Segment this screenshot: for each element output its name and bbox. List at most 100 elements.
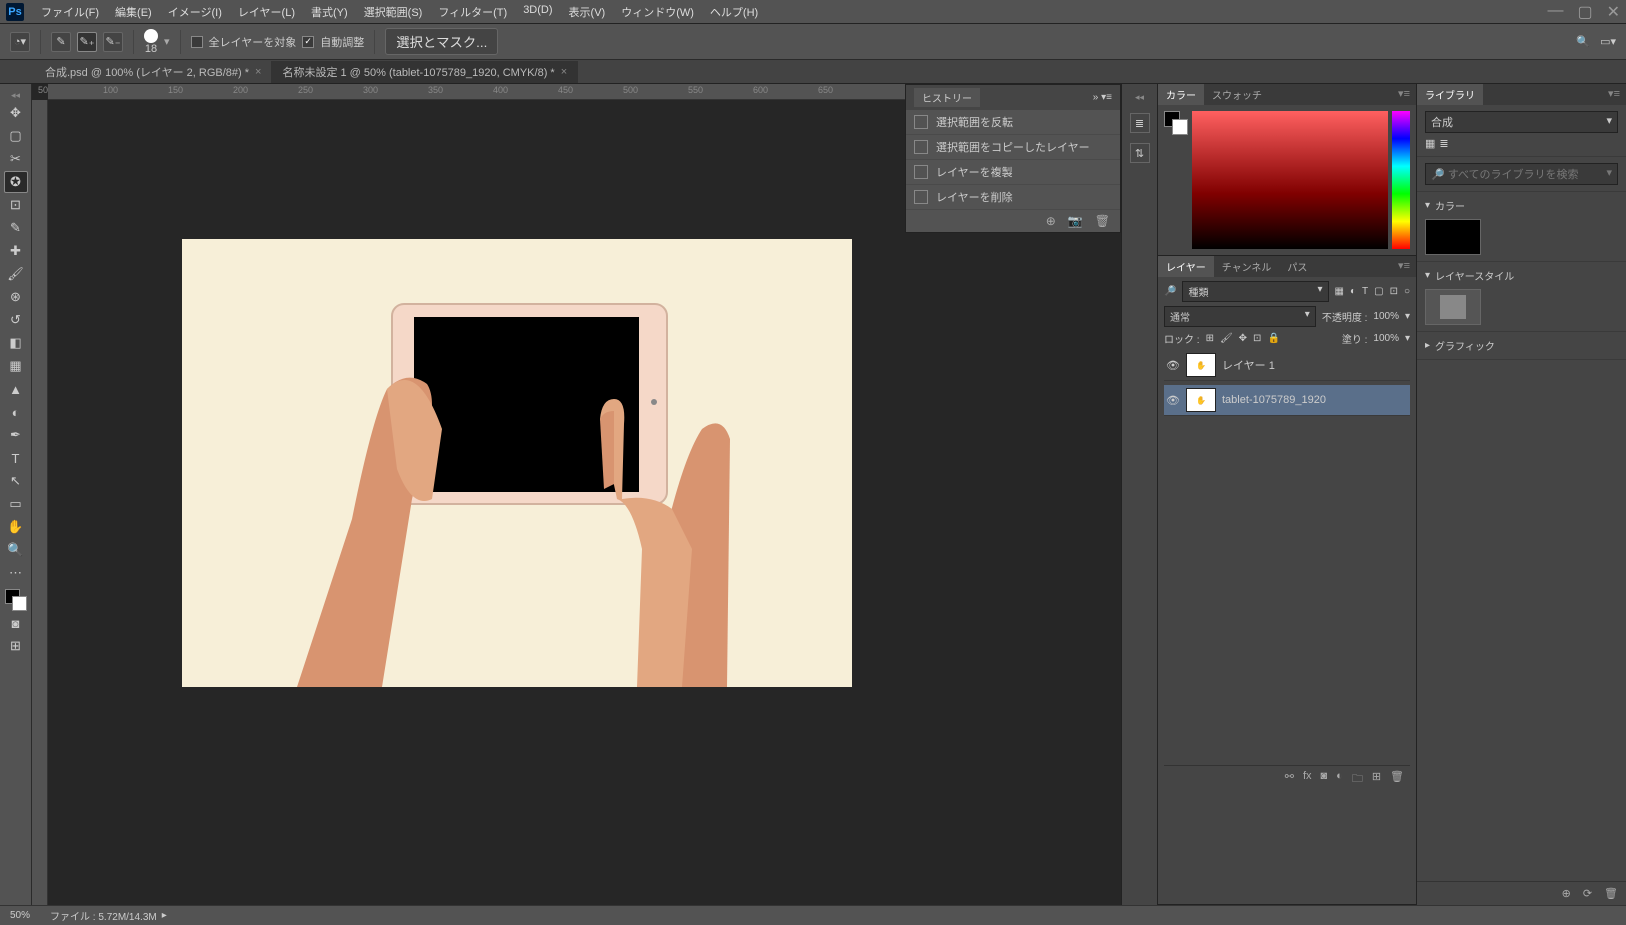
create-document-icon[interactable]: ⊕ (1046, 214, 1056, 228)
filter-toggle-icon[interactable]: ○ (1404, 286, 1410, 297)
trash-icon[interactable]: 🗑 (1095, 214, 1110, 228)
tab-color[interactable]: カラー (1158, 84, 1204, 105)
menu-view[interactable]: 表示(V) (562, 2, 613, 22)
visibility-icon[interactable]: 👁 (1166, 359, 1180, 372)
menu-3d[interactable]: 3D(D) (516, 2, 559, 22)
history-item[interactable]: レイヤーを複製 (906, 160, 1120, 185)
trash-icon[interactable]: 🗑 (1390, 770, 1404, 789)
brush-tool-icon[interactable]: 🖌 (4, 263, 28, 285)
color-field[interactable] (1192, 111, 1388, 249)
blur-tool-icon[interactable]: ▲ (4, 378, 28, 400)
panel-menu-icon[interactable]: ▾≡ (1392, 256, 1416, 277)
tab-close-icon[interactable]: × (561, 66, 567, 78)
library-select-dropdown[interactable]: 合成▾ (1425, 111, 1618, 133)
background-color[interactable] (12, 596, 27, 611)
tab-layers[interactable]: レイヤー (1158, 256, 1214, 277)
snapshot-icon[interactable]: 📷 (1068, 214, 1083, 228)
search-icon[interactable]: 🔍 (1576, 35, 1590, 48)
adjustment-layer-icon[interactable]: ◐ (1336, 770, 1343, 789)
brush-dropdown-icon[interactable]: ▾ (164, 35, 170, 48)
brush-size-control[interactable]: 18 (144, 29, 158, 55)
layer-item[interactable]: 👁 ✋ レイヤー 1 (1164, 350, 1410, 381)
history-brush-tool-icon[interactable]: ↺ (4, 309, 28, 331)
layer-filter-dropdown[interactable]: 種類▾ (1182, 281, 1328, 302)
quick-select-add-icon[interactable]: ✎₊ (77, 32, 97, 52)
menu-image[interactable]: イメージ(I) (161, 2, 229, 22)
sample-all-layers-checkbox[interactable] (191, 36, 203, 48)
menu-file[interactable]: ファイル(F) (34, 2, 106, 22)
tab-paths[interactable]: パス (1279, 256, 1315, 277)
more-tools-icon[interactable]: ⋯ (4, 562, 28, 584)
fill-value[interactable]: 100% (1373, 333, 1399, 344)
quick-select-tool-icon[interactable]: ✪ (4, 171, 28, 193)
move-tool-icon[interactable]: ✥ (4, 102, 28, 124)
canvas-area[interactable]: 50 100 150 200 250 300 350 400 450 500 5… (32, 84, 1121, 905)
lock-all-icon[interactable]: 🔒 (1267, 333, 1279, 344)
rectangle-tool-icon[interactable]: ▭ (4, 493, 28, 515)
menu-filter[interactable]: フィルター(T) (431, 2, 514, 22)
filter-shape-icon[interactable]: ▢ (1374, 286, 1383, 297)
group-icon[interactable]: 🗀 (1352, 770, 1363, 789)
layer-thumbnail[interactable]: ✋ (1186, 353, 1216, 377)
lock-position-icon[interactable]: ✥ (1239, 333, 1247, 344)
workspace-icon[interactable]: ▭▾ (1600, 35, 1616, 48)
menu-edit[interactable]: 編集(E) (108, 2, 159, 22)
opacity-value[interactable]: 100% (1373, 311, 1399, 322)
list-view-icon[interactable]: ≣ (1439, 137, 1448, 150)
collapsed-panel-icon[interactable]: ≣ (1130, 113, 1150, 133)
filter-smart-icon[interactable]: ⊡ (1390, 286, 1398, 297)
healing-tool-icon[interactable]: ✚ (4, 240, 28, 262)
lib-style-swatch[interactable] (1425, 289, 1481, 325)
clone-tool-icon[interactable]: ⊛ (4, 286, 28, 308)
search-icon[interactable]: 🔎 (1164, 286, 1176, 297)
expand-icon[interactable]: ◂◂ (1135, 92, 1144, 103)
lock-transparent-icon[interactable]: ⊞ (1206, 333, 1214, 344)
document-canvas[interactable] (182, 239, 852, 687)
layer-style-icon[interactable]: fx (1303, 770, 1312, 789)
tab-swatches[interactable]: スウォッチ (1204, 84, 1270, 105)
gradient-tool-icon[interactable]: ▦ (4, 355, 28, 377)
menu-select[interactable]: 選択範囲(S) (357, 2, 430, 22)
layer-item[interactable]: 👁 ✋ tablet-1075789_1920 (1164, 385, 1410, 416)
tool-preset-dropdown[interactable]: ◔▾ (10, 32, 30, 52)
maximize-icon[interactable]: ▢ (1577, 2, 1592, 22)
link-layers-icon[interactable]: ⚯ (1285, 770, 1294, 789)
quick-select-sub-icon[interactable]: ✎₋ (103, 32, 123, 52)
zoom-level[interactable]: 50% (10, 910, 30, 921)
grid-view-icon[interactable]: ▦ (1425, 137, 1435, 150)
panel-menu-icon[interactable]: ▾≡ (1101, 92, 1112, 103)
hand-tool-icon[interactable]: ✋ (4, 516, 28, 538)
document-info[interactable]: ファイル : 5.72M/14.3M▸ (50, 908, 167, 923)
filter-type-icon[interactable]: T (1362, 286, 1368, 297)
quick-mask-icon[interactable]: ◙ (4, 612, 28, 634)
panel-menu-icon[interactable]: ▾≡ (1392, 84, 1416, 105)
eyedropper-tool-icon[interactable]: ✎ (4, 217, 28, 239)
screen-mode-icon[interactable]: ⊞ (4, 635, 28, 657)
lasso-tool-icon[interactable]: ✂ (4, 148, 28, 170)
visibility-icon[interactable]: 👁 (1166, 394, 1180, 407)
dodge-tool-icon[interactable]: ◐ (4, 401, 28, 423)
hue-slider[interactable] (1392, 111, 1410, 249)
collapse-icon[interactable]: ◂◂ (11, 90, 20, 101)
minimize-icon[interactable]: — (1547, 2, 1563, 22)
eraser-tool-icon[interactable]: ◧ (4, 332, 28, 354)
tab-channels[interactable]: チャンネル (1214, 256, 1280, 277)
lock-brush-icon[interactable]: 🖌 (1220, 333, 1233, 344)
layer-mask-icon[interactable]: ◙ (1321, 770, 1328, 789)
menu-layer[interactable]: レイヤー(L) (231, 2, 302, 22)
quick-select-new-icon[interactable]: ✎ (51, 32, 71, 52)
menu-type[interactable]: 書式(Y) (304, 2, 355, 22)
sync-icon[interactable]: ⟳ (1583, 887, 1592, 900)
document-tab[interactable]: 名称未設定 1 @ 50% (tablet-1075789_1920, CMYK… (272, 61, 578, 83)
tab-close-icon[interactable]: × (255, 66, 261, 78)
history-item[interactable]: レイヤーを削除 (906, 185, 1120, 210)
panel-menu-icon[interactable]: ▾≡ (1602, 84, 1626, 105)
collapsed-panel-icon[interactable]: ⇅ (1130, 143, 1150, 163)
lib-section-graphic[interactable]: グラフィック (1425, 338, 1618, 353)
history-item[interactable]: 選択範囲をコピーしたレイヤー (906, 135, 1120, 160)
collapse-icon[interactable]: » (1093, 92, 1099, 103)
layer-thumbnail[interactable]: ✋ (1186, 388, 1216, 412)
lib-section-color[interactable]: カラー (1425, 198, 1618, 213)
fg-bg-color-swatch[interactable] (5, 589, 27, 611)
close-icon[interactable]: ✕ (1607, 2, 1620, 22)
